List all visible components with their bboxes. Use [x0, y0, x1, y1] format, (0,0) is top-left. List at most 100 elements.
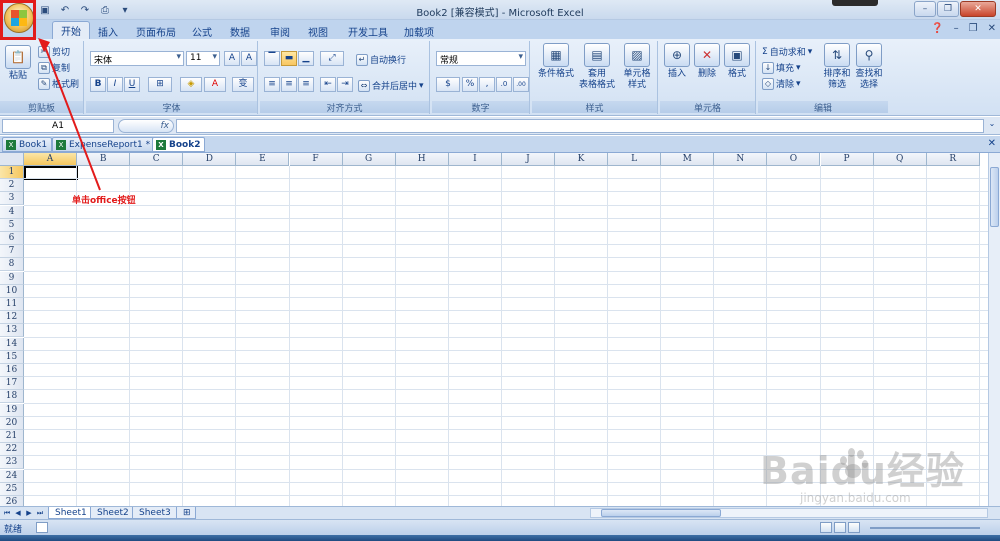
orientation-button[interactable]: ⤢ [320, 51, 344, 66]
column-header[interactable]: C [130, 153, 184, 166]
help-icon[interactable]: ❓ [931, 23, 943, 34]
fill-button[interactable]: ↓ 填充 ▾ [762, 61, 801, 74]
tab-page-layout[interactable]: 页面布局 [128, 23, 184, 40]
row-header[interactable]: 4 [0, 205, 24, 219]
border-button[interactable]: ⊞ [148, 77, 172, 92]
tab-developer[interactable]: 开发工具 [340, 23, 396, 40]
align-middle-button[interactable]: ▬ [281, 51, 297, 66]
column-header[interactable]: H [395, 153, 449, 166]
row-header[interactable]: 15 [0, 350, 24, 364]
prev-sheet-icon[interactable]: ◀ [13, 508, 23, 518]
column-header[interactable]: F [289, 153, 343, 166]
horizontal-scroll-thumb[interactable] [601, 509, 721, 517]
column-header[interactable]: O [767, 153, 821, 166]
conditional-format-button[interactable]: ▦ 条件格式 [536, 43, 576, 80]
row-header[interactable]: 6 [0, 232, 24, 245]
column-header[interactable]: L [608, 153, 662, 166]
ribbon-minimize-icon[interactable]: – [954, 23, 959, 34]
row-header[interactable]: 16 [0, 364, 24, 377]
clear-button[interactable]: ◇ 清除 ▾ [762, 77, 801, 90]
zoom-slider[interactable] [870, 527, 980, 529]
percent-button[interactable]: % [462, 77, 478, 92]
minimize-button[interactable]: – [914, 1, 936, 17]
sheet-tab-sheet1[interactable]: Sheet1 [48, 507, 94, 519]
column-header[interactable]: Q [873, 153, 927, 166]
row-header[interactable]: 8 [0, 258, 24, 272]
row-header[interactable]: 18 [0, 390, 24, 404]
row-header[interactable]: 11 [0, 298, 24, 311]
row-header[interactable]: 9 [0, 271, 24, 285]
row-header[interactable]: 26 [0, 496, 24, 506]
insert-cells-button[interactable]: ⊕ 插入 [662, 43, 692, 80]
tab-view[interactable]: 视图 [300, 23, 336, 40]
wrap-text-button[interactable]: ↵ 自动换行 [356, 53, 406, 66]
row-header[interactable]: 19 [0, 403, 24, 417]
row-header[interactable]: 7 [0, 245, 24, 259]
align-bottom-button[interactable]: ▁ [298, 51, 314, 66]
column-header[interactable]: G [342, 153, 396, 166]
ribbon-restore-icon[interactable]: ❐ [969, 23, 978, 34]
page-layout-view-icon[interactable] [834, 522, 846, 533]
increase-decimal-button[interactable]: .0 [496, 77, 512, 92]
sheet-tab-sheet3[interactable]: Sheet3 [132, 507, 178, 519]
row-header[interactable]: 14 [0, 337, 24, 351]
currency-button[interactable]: $ [436, 77, 460, 92]
underline-button[interactable]: U [124, 77, 140, 92]
row-header[interactable]: 25 [0, 482, 24, 496]
vertical-scrollbar[interactable] [988, 153, 1000, 506]
font-size-select[interactable]: 11 [186, 51, 220, 66]
ribbon-close-icon[interactable]: ✕ [988, 23, 996, 34]
macro-record-icon[interactable] [36, 522, 48, 533]
column-header[interactable]: E [236, 153, 290, 166]
close-workbook-icon[interactable]: ✕ [988, 138, 996, 149]
column-header[interactable]: J [501, 153, 555, 166]
column-header[interactable]: P [820, 153, 874, 166]
next-sheet-icon[interactable]: ▶ [24, 508, 34, 518]
column-header[interactable]: I [448, 153, 502, 166]
tab-data[interactable]: 数据 [222, 23, 258, 40]
expand-formula-icon[interactable]: ⌄ [986, 119, 998, 133]
number-format-select[interactable]: 常规 [436, 51, 526, 66]
merge-center-button[interactable]: ⇔ 合并后居中 ▾ [358, 79, 424, 92]
insert-function-button[interactable]: fx [118, 119, 174, 133]
row-header[interactable]: 23 [0, 456, 24, 470]
grow-font-button[interactable]: A [224, 51, 240, 66]
tab-formulas[interactable]: 公式 [184, 23, 220, 40]
find-select-button[interactable]: ⚲ 查找和 选择 [854, 43, 884, 91]
align-top-button[interactable]: ▔ [264, 51, 280, 66]
column-header[interactable]: M [661, 153, 715, 166]
comma-button[interactable]: , [479, 77, 495, 92]
autosum-button[interactable]: Σ 自动求和 ▾ [762, 45, 812, 59]
first-sheet-icon[interactable]: ⏮ [2, 508, 12, 518]
fill-color-button[interactable]: ◈ [180, 77, 202, 92]
decrease-indent-button[interactable]: ⇤ [320, 77, 336, 92]
restore-button[interactable]: ❐ [937, 1, 959, 17]
formula-input[interactable] [176, 119, 984, 133]
column-header[interactable]: N [714, 153, 768, 166]
row-header[interactable]: 20 [0, 416, 24, 430]
format-as-table-button[interactable]: ▤ 套用 表格格式 [576, 43, 618, 91]
row-header[interactable]: 12 [0, 311, 24, 325]
tab-addins[interactable]: 加载项 [396, 23, 442, 40]
row-header[interactable]: 22 [0, 443, 24, 457]
column-header[interactable]: K [555, 153, 609, 166]
horizontal-scrollbar[interactable] [590, 508, 988, 518]
last-sheet-icon[interactable]: ⏭ [35, 508, 45, 518]
cell-styles-button[interactable]: ▨ 单元格 样式 [618, 43, 656, 91]
row-header[interactable]: 5 [0, 218, 24, 232]
sheet-tab-sheet2[interactable]: Sheet2 [90, 507, 136, 519]
align-left-button[interactable]: ≡ [264, 77, 280, 92]
format-cells-button[interactable]: ▣ 格式 [722, 43, 752, 80]
phonetic-button[interactable]: 变 [232, 77, 254, 92]
column-header[interactable]: D [183, 153, 237, 166]
row-header[interactable]: 21 [0, 430, 24, 443]
align-right-button[interactable]: ≡ [298, 77, 314, 92]
sort-filter-button[interactable]: ⇅ 排序和 筛选 [822, 43, 852, 91]
normal-view-icon[interactable] [820, 522, 832, 533]
shrink-font-button[interactable]: A [241, 51, 257, 66]
row-header[interactable]: 17 [0, 377, 24, 391]
tab-review[interactable]: 审阅 [262, 23, 298, 40]
workbook-tab-book2[interactable]: X Book2 [152, 137, 206, 152]
delete-cells-button[interactable]: ✕ 删除 [692, 43, 722, 80]
vertical-scroll-thumb[interactable] [990, 167, 999, 227]
